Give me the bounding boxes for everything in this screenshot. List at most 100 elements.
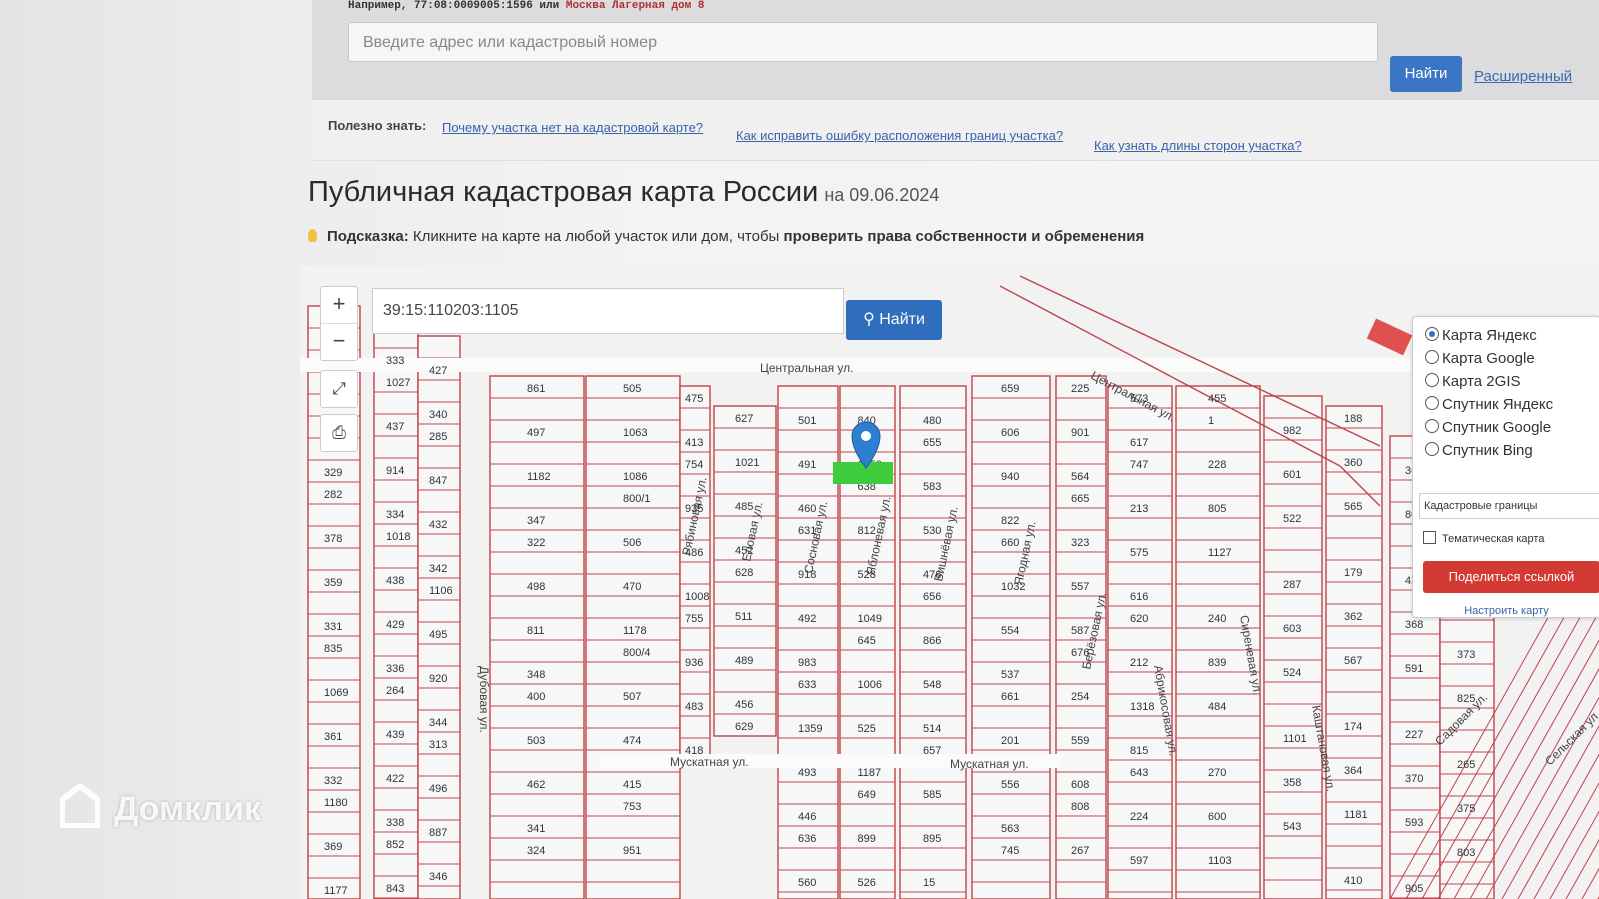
plot-number: 489 xyxy=(735,655,753,667)
plot-number: 951 xyxy=(623,845,641,857)
layer-option[interactable]: Карта Google xyxy=(1425,350,1535,367)
plot-number: 1127 xyxy=(1208,547,1232,559)
plot-number: 514 xyxy=(923,723,941,735)
plot-number: 866 xyxy=(923,635,941,647)
plot-number: 803 xyxy=(1457,847,1475,859)
cadastral-map[interactable]: Центральная ул. Центральная ул. Рябиновая … xyxy=(300,266,1599,899)
plot-number: 439 xyxy=(386,729,404,741)
layer-option[interactable]: Спутник Google xyxy=(1425,419,1551,436)
plot-number: 905 xyxy=(1405,883,1423,895)
plot-number: 593 xyxy=(1405,817,1423,829)
plot-number: 497 xyxy=(527,427,545,439)
plot-number: 1103 xyxy=(1208,855,1232,867)
plot-number: 413 xyxy=(685,437,703,449)
plot-number: 811 xyxy=(527,625,545,637)
domclick-watermark: Домклик xyxy=(60,784,261,829)
plot-number: 359 xyxy=(324,577,342,589)
boundaries-select[interactable]: Кадастровые границы xyxy=(1419,493,1599,519)
plot-number: 563 xyxy=(1001,823,1019,835)
plot-number: 368 xyxy=(1405,619,1423,631)
plot-number: 522 xyxy=(1283,513,1301,525)
plot-number: 344 xyxy=(429,717,447,729)
plot-number: 548 xyxy=(923,679,941,691)
plot-number: 369 xyxy=(324,841,342,853)
street-label: Мускатная ул. xyxy=(950,757,1029,771)
plot-number: 378 xyxy=(324,533,342,545)
plot-number: 348 xyxy=(527,669,545,681)
plot-number: 676 xyxy=(1071,647,1089,659)
plot-number: 645 xyxy=(858,635,876,647)
useful-link-fix-boundaries[interactable]: Как исправить ошибку расположения границ… xyxy=(736,128,1063,143)
print-button[interactable]: ⎙ xyxy=(320,414,358,452)
hint-text: Кликните на карте на любой участок или д… xyxy=(412,228,780,245)
useful-link-side-lengths[interactable]: Как узнать длины сторон участка? xyxy=(1094,138,1302,153)
plot-number: 575 xyxy=(1130,547,1148,559)
plot-number: 526 xyxy=(858,877,876,889)
configure-map-link[interactable]: Настроить карту xyxy=(1413,605,1599,617)
location-pin-dot xyxy=(861,431,871,441)
layer-switcher: Карта Яндекс Карта Google Карта 2GIS Спу… xyxy=(1412,316,1599,618)
plot-number: 224 xyxy=(1130,811,1148,823)
plot-number: 475 xyxy=(685,393,703,405)
plot-number: 336 xyxy=(386,663,404,675)
plot-number: 936 xyxy=(685,657,703,669)
radio-icon xyxy=(1425,373,1439,387)
zoom-in-button[interactable]: + xyxy=(321,287,357,323)
plot-number: 511 xyxy=(735,611,753,623)
plot-number: 452 xyxy=(735,545,753,557)
plot-number: 1318 xyxy=(1130,701,1154,713)
plot-number: 460 xyxy=(798,503,816,515)
address-search-input[interactable]: Введите адрес или кадастровый номер xyxy=(348,22,1378,62)
map-find-button[interactable]: ⚲ Найти xyxy=(846,300,942,340)
plot-number: 554 xyxy=(1001,625,1019,637)
cadastral-number-input[interactable]: 39:15:110203:1105 xyxy=(372,288,844,334)
search-example-address: Москва Лагерная дом 8 xyxy=(565,0,705,12)
plot-number: 616 xyxy=(1130,591,1148,603)
layer-label: Карта Google xyxy=(1442,350,1535,367)
layer-option[interactable]: Спутник Bing xyxy=(1425,442,1533,459)
thematic-map-checkbox[interactable]: Тематическая карта xyxy=(1423,531,1544,545)
share-link-button[interactable]: Поделиться ссылкой xyxy=(1423,561,1599,593)
page: Например, 77:08:0009005:1596 или Москва … xyxy=(300,0,1599,899)
plot-number: 747 xyxy=(1130,459,1148,471)
zoom-control: + − xyxy=(320,286,358,361)
plot-number: 342 xyxy=(429,563,447,575)
plot-number: 755 xyxy=(685,613,703,625)
advanced-search-link[interactable]: Расширенный xyxy=(1474,68,1572,85)
plot-number: 437 xyxy=(386,421,404,433)
find-button[interactable]: Найти xyxy=(1390,56,1462,92)
plot-number: 493 xyxy=(798,767,816,779)
plot-number: 373 xyxy=(1457,649,1475,661)
plot-number: 1027 xyxy=(386,377,410,389)
plot-number: 340 xyxy=(429,409,447,421)
layer-label: Карта 2GIS xyxy=(1442,373,1521,390)
plot-number: 188 xyxy=(1344,413,1362,425)
cadastral-map-canvas[interactable]: Центральная ул.Центральная ул.Рябиновая … xyxy=(300,266,1599,899)
fullscreen-button[interactable]: ⤢ xyxy=(320,370,358,408)
plot-number: 573 xyxy=(1130,393,1148,405)
layer-label: Карта Яндекс xyxy=(1442,327,1537,344)
plot-number: 415 xyxy=(623,779,641,791)
plot-number: 329 xyxy=(324,467,342,479)
expand-icon: ⤢ xyxy=(332,379,346,398)
street-label: Мускатная ул. xyxy=(670,755,749,769)
plot-number: 400 xyxy=(527,691,545,703)
watermark-text: Домклик xyxy=(114,790,262,828)
plot-number: 583 xyxy=(923,481,941,493)
useful-link-missing-plot[interactable]: Почему участка нет на кадастровой карте? xyxy=(442,120,703,135)
plot-number: 495 xyxy=(429,629,447,641)
plot-number: 745 xyxy=(1001,845,1019,857)
plot-number: 585 xyxy=(923,789,941,801)
plot-number: 601 xyxy=(1283,469,1301,481)
layer-option[interactable]: Спутник Яндекс xyxy=(1425,396,1553,413)
plot-number: 282 xyxy=(324,489,342,501)
plot-number: 322 xyxy=(527,537,545,549)
plot-number: 265 xyxy=(1457,759,1475,771)
layer-option[interactable]: Карта Яндекс xyxy=(1425,327,1537,344)
layer-option[interactable]: Карта 2GIS xyxy=(1425,373,1521,390)
plot-number: 808 xyxy=(1071,801,1089,813)
plot-number: 606 xyxy=(1001,427,1019,439)
zoom-out-button[interactable]: − xyxy=(321,323,357,360)
page-title: Публичная кадастровая карта России на 09.… xyxy=(308,176,939,209)
plot-number: 505 xyxy=(623,383,641,395)
